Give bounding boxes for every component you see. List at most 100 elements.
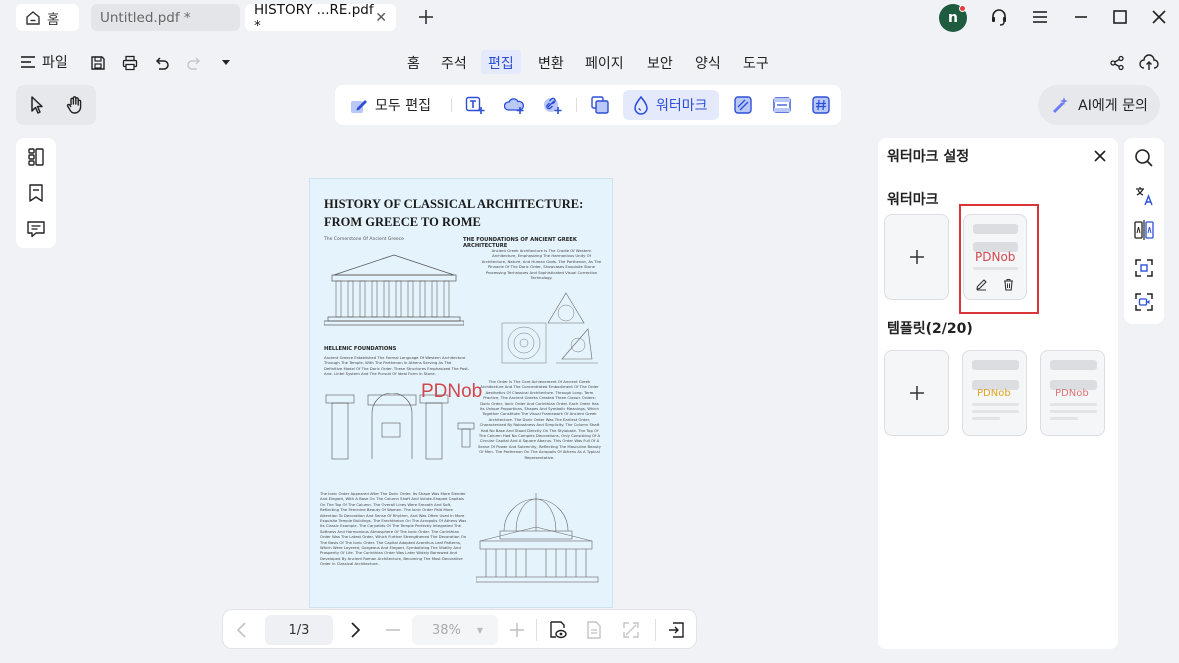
add-image-icon[interactable] [504,95,524,115]
toolbar-divider [451,98,452,112]
template-card-1[interactable]: PDNob [962,350,1027,436]
card-placeholder-line [972,410,1019,413]
menu-convert[interactable]: 변환 [531,50,571,74]
tab-history[interactable]: HISTORY ...RE.pdf * ✕ [245,1,396,34]
translate-icon[interactable] [1133,185,1155,207]
menu-home[interactable]: 홈 [400,50,427,74]
zoom-value: 38% [432,622,461,638]
select-pointer-icon[interactable] [27,95,47,115]
save-icon[interactable] [88,53,108,73]
cloud-upload-icon[interactable] [1139,53,1159,73]
add-template-button[interactable] [884,350,949,436]
geometry-diagram [501,292,598,364]
close-window-button[interactable] [1147,6,1171,28]
ask-ai-button[interactable]: AI에게 문의 [1038,85,1160,125]
tab-home[interactable]: 홈 [16,4,79,31]
crop-page-icon[interactable] [590,95,610,115]
file-menu-label: 파일 [42,55,68,71]
zoom-out-icon [386,629,400,631]
section4-text: The Ionic Order Appeared After The Doric… [320,491,467,567]
undo-icon[interactable] [152,53,172,73]
tab-untitled-label: Untitled.pdf * [100,9,191,26]
bates-number-icon[interactable] [811,95,831,115]
document-watermark: PDNob [421,381,483,402]
menu-edit[interactable]: 편집 [481,50,521,74]
screenshot-icon[interactable] [1133,257,1155,279]
menu-page[interactable]: 페이지 [578,50,631,74]
menu-annotate[interactable]: 주석 [434,50,474,74]
card-placeholder-line [1050,417,1078,420]
menu-security[interactable]: 보안 [640,50,680,74]
template-card-2-text: PDNob [1055,388,1089,399]
view-mode-icon[interactable] [548,620,568,640]
plus-icon [909,250,924,264]
add-link-icon[interactable] [542,95,562,115]
hamburger-menu-icon[interactable] [1028,6,1052,28]
new-tab-icon[interactable] [415,6,437,28]
edit-all-button[interactable]: 모두 편집 [349,93,431,117]
redo-icon [184,53,204,73]
plus-icon [909,386,924,400]
home-icon [26,10,40,25]
section-heading-hellenic: HELLENIC FOUNDATIONS [324,346,397,352]
header-footer-icon[interactable] [772,95,792,115]
watermark-button[interactable]: 워터마크 [632,93,708,117]
panel-title: 워터마크 설정 [887,149,970,165]
document-subtitle: The Cornerstone Of Ancient Greece [324,237,404,242]
quick-access-dropdown-icon[interactable] [216,53,236,73]
fit-screen-icon [623,622,639,638]
zoom-dropdown-icon: ▼ [476,625,484,635]
hand-tool-icon[interactable] [65,95,85,115]
thumbnails-icon[interactable] [26,147,46,167]
toolbar-divider [576,98,577,112]
ai-sparkle-icon [1053,97,1069,113]
section1-text: Ancient Greek Architecture Is The Cradle… [481,248,602,281]
document-title: HISTORY OF CLASSICAL ARCHITECTURE: FROM … [324,197,584,229]
pdf-page[interactable]: HISTORY OF CLASSICAL ARCHITECTURE: FROM … [309,178,613,608]
maximize-button[interactable] [1108,6,1132,28]
tab-history-label: HISTORY ...RE.pdf * [254,1,374,34]
zoom-in-icon [510,623,524,637]
tab-untitled[interactable]: Untitled.pdf * [91,4,240,31]
watermark-section-label: 워터마크 [887,192,939,208]
add-text-icon[interactable] [465,95,485,115]
search-icon[interactable] [1133,147,1155,169]
edit-all-icon [351,100,367,113]
template-card-1-text: PDNob [977,388,1011,399]
background-icon[interactable] [733,95,753,115]
nav-divider [655,619,656,641]
card-placeholder-line [1050,410,1097,413]
bookmark-icon[interactable] [26,183,46,203]
parthenon-illustration [324,254,464,326]
screen-record-icon[interactable] [1133,291,1155,313]
notification-dot [959,5,966,12]
comment-icon[interactable] [26,219,46,239]
avatar-initial: n [948,10,958,26]
card-placeholder-line [972,417,1000,420]
file-menu[interactable]: 파일 [20,52,68,72]
minimize-button[interactable] [1069,6,1093,28]
share-icon[interactable] [1107,53,1127,73]
tab-home-label: 홈 [47,11,60,28]
close-panel-icon[interactable] [1091,147,1109,165]
menu-forms[interactable]: 양식 [688,50,728,74]
edit-all-label: 모두 편집 [375,98,431,114]
dome-illustration [476,493,599,583]
avatar[interactable]: n [939,4,967,32]
next-page-icon[interactable] [345,620,365,640]
menu-tools[interactable]: 도구 [736,50,776,74]
page-number-input[interactable]: 1/3 [265,615,333,645]
watermark-drop-icon [634,95,648,115]
compare-icon[interactable] [1133,219,1155,241]
exit-presentation-icon[interactable] [667,620,687,640]
headset-icon[interactable] [987,6,1011,28]
single-page-icon [587,621,601,639]
zoom-level-select: 38% ▼ [412,615,498,645]
close-tab-icon[interactable]: ✕ [375,10,387,26]
template-card-2[interactable]: PDNob [1040,350,1105,436]
add-watermark-button[interactable] [884,214,949,300]
print-icon[interactable] [120,53,140,73]
columns-illustration [325,393,475,460]
card-placeholder-line [972,403,1019,406]
selected-watermark-highlight [959,204,1039,314]
